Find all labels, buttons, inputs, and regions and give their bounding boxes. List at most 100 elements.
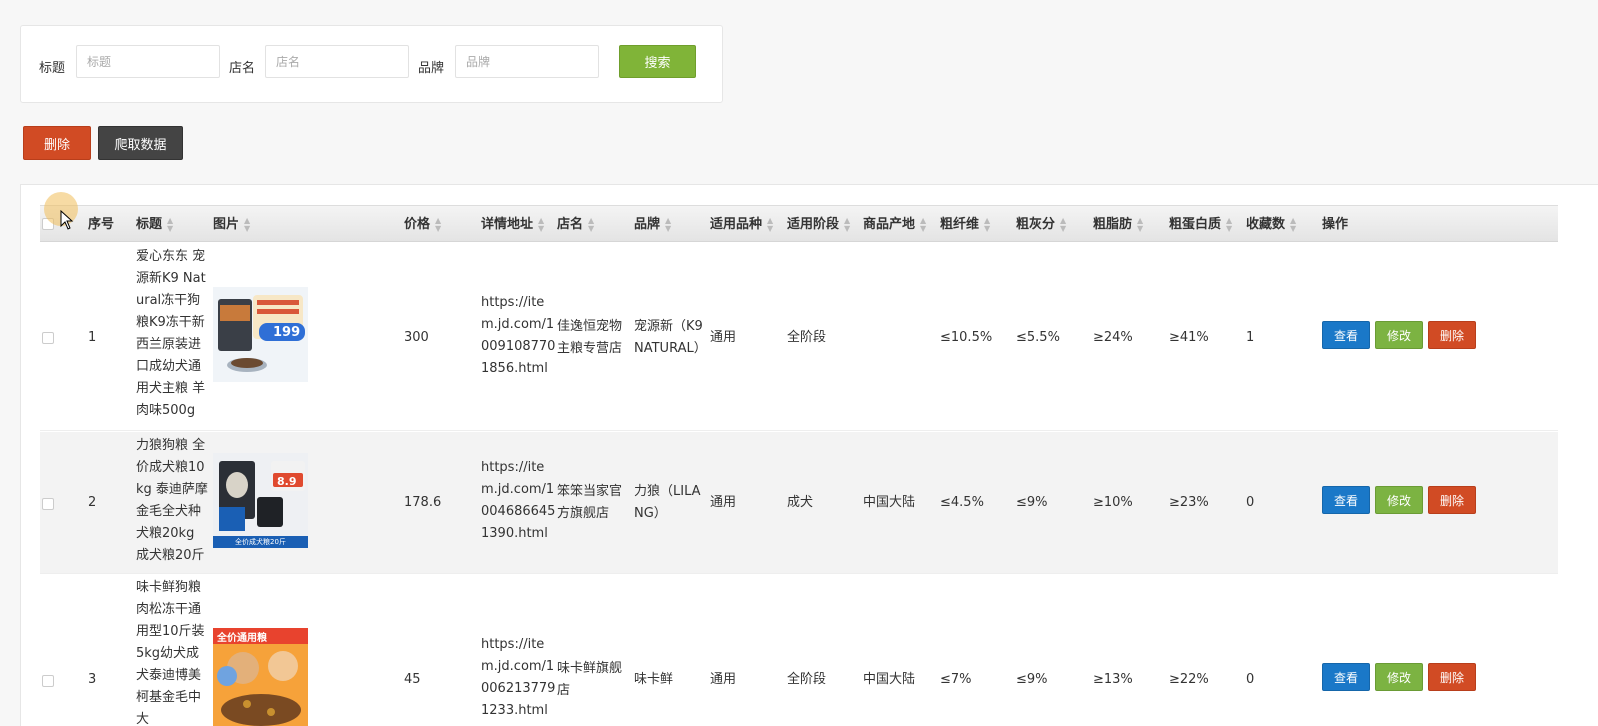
row-price: 300	[404, 330, 429, 345]
header-image-label: 图片	[213, 217, 240, 232]
row-brand: 味卡鲜	[634, 672, 674, 687]
row-origin: 中国大陆	[863, 495, 916, 510]
row-price: 178.6	[404, 495, 442, 510]
sort-icon: ▲ ▼	[1290, 215, 1297, 233]
header-price-label: 价格	[404, 217, 431, 232]
header-title-label: 标题	[136, 217, 163, 232]
sort-icon: ▲ ▼	[920, 215, 927, 233]
row-detail-url[interactable]: https://item.jd.com/10062137791233.html	[481, 634, 556, 726]
shop-input[interactable]	[265, 45, 409, 78]
brand-label: 品牌	[418, 61, 445, 76]
sort-icon: ▲ ▼	[767, 215, 774, 233]
row-index: 1	[88, 330, 97, 345]
sort-icon: ▲ ▼	[435, 215, 442, 233]
price-badge: 8.9	[277, 475, 297, 488]
row-protein: ≥23%	[1169, 495, 1209, 510]
header-detail-url[interactable]: 详情地址 ▲ ▼	[481, 206, 544, 243]
header-ash-label: 粗灰分	[1016, 217, 1056, 232]
header-breed-label: 适用品种	[710, 217, 763, 232]
price-badge: 199	[273, 325, 301, 340]
row-ash: ≤5.5%	[1016, 330, 1060, 345]
header-stage-label: 适用阶段	[787, 217, 840, 232]
sort-icon: ▲ ▼	[1226, 215, 1233, 233]
row-origin: 中国大陆	[863, 672, 916, 687]
row-ash: ≤9%	[1016, 672, 1048, 687]
edit-button[interactable]: 修改	[1375, 486, 1423, 514]
brand-input[interactable]	[455, 45, 599, 78]
row-fiber: ≤7%	[940, 672, 972, 687]
edit-button[interactable]: 修改	[1375, 321, 1423, 349]
row-favorites: 0	[1246, 495, 1255, 510]
header-origin-label: 商品产地	[863, 217, 916, 232]
view-button[interactable]: 查看	[1322, 663, 1370, 691]
header-breed[interactable]: 适用品种 ▲ ▼	[710, 206, 773, 243]
row-favorites: 0	[1246, 672, 1255, 687]
row-shop: 佳逸恒宠物主粮专营店	[557, 319, 623, 356]
row-breed: 通用	[710, 495, 737, 510]
header-title[interactable]: 标题 ▲ ▼	[136, 206, 173, 243]
delete-button[interactable]: 删除	[1428, 486, 1476, 514]
table-row: 1 爱心东东 宠源新K9 Natural冻干狗粮K9冻干新西兰原装进口成幼犬通用…	[40, 243, 1558, 431]
header-stage[interactable]: 适用阶段 ▲ ▼	[787, 206, 850, 243]
row-title: 力狼狗粮 全价成犬粮10kg 泰迪萨摩金毛全犬种犬粮20kg 成犬粮20斤	[136, 438, 208, 563]
row-title: 味卡鲜狗粮 肉松冻干通用型10斤装5kg幼犬成犬泰迪博美柯基金毛中大	[136, 580, 205, 726]
sort-icon: ▲ ▼	[244, 215, 251, 233]
view-button[interactable]: 查看	[1322, 321, 1370, 349]
row-ash: ≤9%	[1016, 495, 1048, 510]
sort-icon: ▲ ▼	[1137, 215, 1144, 233]
row-stage: 成犬	[787, 495, 814, 510]
header-brand[interactable]: 品牌 ▲ ▼	[634, 206, 671, 243]
row-fat: ≥10%	[1093, 495, 1133, 510]
row-breed: 通用	[710, 330, 737, 345]
row-brand: 宠源新（K9 NATURAL）	[634, 319, 707, 356]
edit-button[interactable]: 修改	[1375, 663, 1423, 691]
header-fat[interactable]: 粗脂肪 ▲ ▼	[1093, 206, 1143, 243]
image-caption: 全价成犬粮20斤	[235, 538, 286, 546]
header-protein[interactable]: 粗蛋白质 ▲ ▼	[1169, 206, 1232, 243]
row-checkbox[interactable]	[42, 498, 54, 510]
header-price[interactable]: 价格 ▲ ▼	[404, 206, 441, 243]
row-title: 爱心东东 宠源新K9 Natural冻干狗粮K9冻干新西兰原装进口成幼犬通用犬主…	[136, 249, 206, 418]
sort-icon: ▲ ▼	[167, 215, 174, 233]
bulk-delete-button[interactable]: 删除	[23, 126, 91, 160]
header-origin[interactable]: 商品产地 ▲ ▼	[863, 206, 926, 243]
header-favorites-label: 收藏数	[1246, 217, 1286, 232]
row-checkbox[interactable]	[42, 675, 54, 687]
header-fiber-label: 粗纤维	[940, 217, 980, 232]
row-price: 45	[404, 672, 421, 687]
header-protein-label: 粗蛋白质	[1169, 217, 1222, 232]
row-checkbox[interactable]	[42, 332, 54, 344]
row-stage: 全阶段	[787, 672, 827, 687]
title-input[interactable]	[76, 45, 220, 78]
search-panel: 标题 店名 品牌 搜索	[20, 25, 723, 103]
product-image-graphic	[213, 453, 308, 548]
delete-button[interactable]: 删除	[1428, 663, 1476, 691]
header-brand-label: 品牌	[634, 217, 661, 232]
table-header: 序号 标题 ▲ ▼ 图片 ▲ ▼ 价格 ▲ ▼ 详情地址 ▲ ▼ 店名 ▲ ▼ 品牌 ▲ ▼ 适用品种 ▲…	[40, 205, 1558, 242]
crawl-data-button[interactable]: 爬取数据	[98, 126, 183, 160]
row-shop: 笨笨当家官方旗舰店	[557, 484, 623, 521]
header-favorites[interactable]: 收藏数 ▲ ▼	[1246, 206, 1296, 243]
table-row: 3 味卡鲜狗粮 肉松冻干通用型10斤装5kg幼犬成犬泰迪博美柯基金毛中大 全价通…	[40, 575, 1558, 726]
row-fiber: ≤4.5%	[940, 495, 984, 510]
delete-button[interactable]: 删除	[1428, 321, 1476, 349]
row-protein: ≥41%	[1169, 330, 1209, 345]
row-fat: ≥24%	[1093, 330, 1133, 345]
search-button[interactable]: 搜索	[619, 45, 696, 78]
header-image[interactable]: 图片 ▲ ▼	[213, 206, 250, 243]
view-button[interactable]: 查看	[1322, 486, 1370, 514]
header-shop[interactable]: 店名 ▲ ▼	[557, 206, 594, 243]
product-image: 全价通用粮	[213, 628, 308, 726]
row-detail-url[interactable]: https://item.jd.com/10046866451390.html	[481, 457, 556, 545]
header-actions: 操作	[1322, 217, 1349, 232]
sort-icon: ▲ ▼	[588, 215, 595, 233]
sort-icon: ▲ ▼	[1060, 215, 1067, 233]
header-fiber[interactable]: 粗纤维 ▲ ▼	[940, 206, 990, 243]
header-fat-label: 粗脂肪	[1093, 217, 1133, 232]
row-detail-url[interactable]: https://item.jd.com/10091087701856.html	[481, 292, 556, 380]
row-index: 3	[88, 672, 97, 687]
row-index: 2	[88, 495, 97, 510]
header-ash[interactable]: 粗灰分 ▲ ▼	[1016, 206, 1066, 243]
product-image: 199	[213, 287, 308, 382]
row-brand: 力狼（LILANG）	[634, 484, 701, 521]
